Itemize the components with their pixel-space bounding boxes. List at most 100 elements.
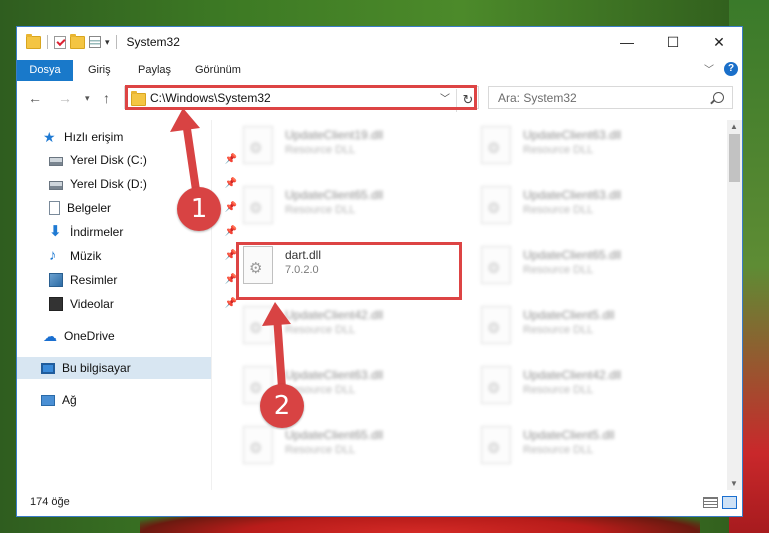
file-tile[interactable]: UpdateClient63.dll Resource DLL [465,182,695,230]
dll-file-icon [243,126,273,164]
dll-file-icon [481,366,511,404]
navigation-pane: ★ Hızlı erişim Yerel Disk (C:) 📌 Yerel D… [17,120,237,490]
tab-home[interactable]: Giriş [88,60,111,80]
tab-share[interactable]: Paylaş [138,60,171,80]
file-tile[interactable]: UpdateClient5.dll Resource DLL [465,302,695,350]
file-tile[interactable]: UpdateClient65.dll Resource DLL [227,422,457,470]
file-tile[interactable]: UpdateClient42.dll Resource DLL [465,362,695,410]
file-tile[interactable]: UpdateClient42.dll Resource DLL [227,302,457,350]
details-view-icon[interactable] [703,497,718,508]
window-controls: — ☐ ✕ [604,27,742,57]
file-name: UpdateClient63.dll [285,368,384,382]
nav-item-quick-access[interactable]: ★ Hızlı erişim [17,126,237,148]
dll-file-icon [481,246,511,284]
search-icon[interactable] [713,92,724,103]
separator [115,35,117,49]
file-list: UpdateClient19.dll Resource DLL UpdateCl… [227,120,727,490]
pane-divider[interactable] [211,120,212,490]
nav-item-music[interactable]: ♪ Müzik 📌 [17,245,243,267]
nav-label: Resimler [70,273,118,287]
file-tile[interactable]: UpdateClient63.dll Resource DLL [465,122,695,170]
customize-toolbar-icon[interactable]: ▾ [105,37,110,48]
nav-item-onedrive[interactable]: ☁ OneDrive [17,325,237,347]
file-name: UpdateClient63.dll [523,128,622,142]
file-type: Resource DLL [285,444,356,456]
chevron-down-icon[interactable]: ﹀ [704,61,714,76]
title-bar: ▾ System32 — ☐ ✕ [17,27,742,57]
file-name: UpdateClient65.dll [285,428,384,442]
nav-label: Müzik [70,249,102,263]
videos-icon [49,297,63,311]
file-type: Resource DLL [285,144,356,156]
step-2-badge: 2 [260,384,304,428]
forward-arrow-icon[interactable]: → [58,90,72,106]
help-icon[interactable]: ? [724,61,738,76]
separator [47,35,48,49]
navigation-bar: ← → ▾ ↑ C:\Windows\System32 ﹀ ↻ Ara: Sys… [17,84,742,114]
search-box[interactable]: Ara: System32 [488,86,733,109]
file-type: Resource DLL [523,444,594,456]
nav-label: Videolar [70,297,114,311]
maximize-button[interactable]: ☐ [650,27,696,57]
file-type: Resource DLL [523,264,594,276]
nav-item-local-disk-c[interactable]: Yerel Disk (C:) 📌 [17,149,243,171]
back-arrow-icon[interactable]: ← [28,90,42,106]
file-name: UpdateClient63.dll [523,188,622,202]
item-count: 174 öğe [30,496,70,508]
nav-label: Belgeler [67,201,112,215]
minimize-button[interactable]: — [604,27,650,57]
file-type: Resource DLL [285,324,356,336]
nav-label: Bu bilgisayar [62,361,131,375]
properties-check-icon[interactable] [54,35,66,49]
nav-item-this-pc[interactable]: Bu bilgisayar [17,357,211,379]
scroll-down-icon[interactable]: ▼ [730,479,738,488]
nav-item-network[interactable]: Ağ [17,389,235,411]
file-type: Resource DLL [285,204,356,216]
tiles-view-icon[interactable] [722,496,737,509]
cloud-icon: ☁ [43,328,57,344]
nav-item-pictures[interactable]: Resimler 📌 [17,269,243,291]
nav-label: Yerel Disk (D:) [70,177,147,191]
disk-icon [49,157,63,166]
file-name: UpdateClient5.dll [523,428,615,442]
folder-icon [26,33,41,49]
file-tile[interactable]: UpdateClient19.dll Resource DLL [227,122,457,170]
dll-file-icon [481,186,511,224]
tab-view[interactable]: Görünüm [195,60,241,80]
close-button[interactable]: ✕ [696,27,742,57]
nav-item-videos[interactable]: Videolar 📌 [17,293,243,315]
file-name: UpdateClient5.dll [523,308,615,322]
file-tile[interactable]: UpdateClient65.dll Resource DLL [227,182,457,230]
documents-icon [49,201,60,215]
file-tile[interactable]: UpdateClient65.dll Resource DLL [465,242,695,290]
file-name: UpdateClient42.dll [285,308,384,322]
quick-access-toolbar: ▾ [26,33,119,49]
status-bar: 174 öğe [17,490,742,516]
dll-file-icon [243,306,273,344]
search-placeholder: Ara: System32 [498,91,577,105]
tab-file[interactable]: Dosya [17,60,73,81]
nav-label: Yerel Disk (C:) [70,153,147,167]
nav-label: İndirmeler [70,225,124,239]
nav-label: OneDrive [64,329,115,343]
rename-icon[interactable] [89,36,101,48]
recent-locations-icon[interactable]: ▾ [85,93,90,104]
address-highlight-box [125,85,477,110]
dll-file-icon [243,426,273,464]
ribbon-tabs: Dosya Giriş Paylaş Görünüm ﹀ ? [17,57,742,81]
window-title: System32 [126,35,180,49]
new-folder-icon[interactable] [70,33,85,49]
scroll-thumb[interactable] [729,134,740,182]
file-type: Resource DLL [523,324,594,336]
computer-icon [41,362,55,374]
file-name: UpdateClient42.dll [523,368,622,382]
up-arrow-icon[interactable]: ↑ [103,90,110,106]
scroll-up-icon[interactable]: ▲ [730,122,738,131]
file-name: UpdateClient19.dll [285,128,384,142]
file-name: UpdateClient65.dll [523,248,622,262]
dll-file-icon [481,126,511,164]
pictures-icon [49,273,63,287]
file-tile[interactable]: UpdateClient5.dll Resource DLL [465,422,695,470]
nav-label: Ağ [62,393,77,407]
vertical-scrollbar[interactable]: ▲ ▼ [727,120,742,490]
